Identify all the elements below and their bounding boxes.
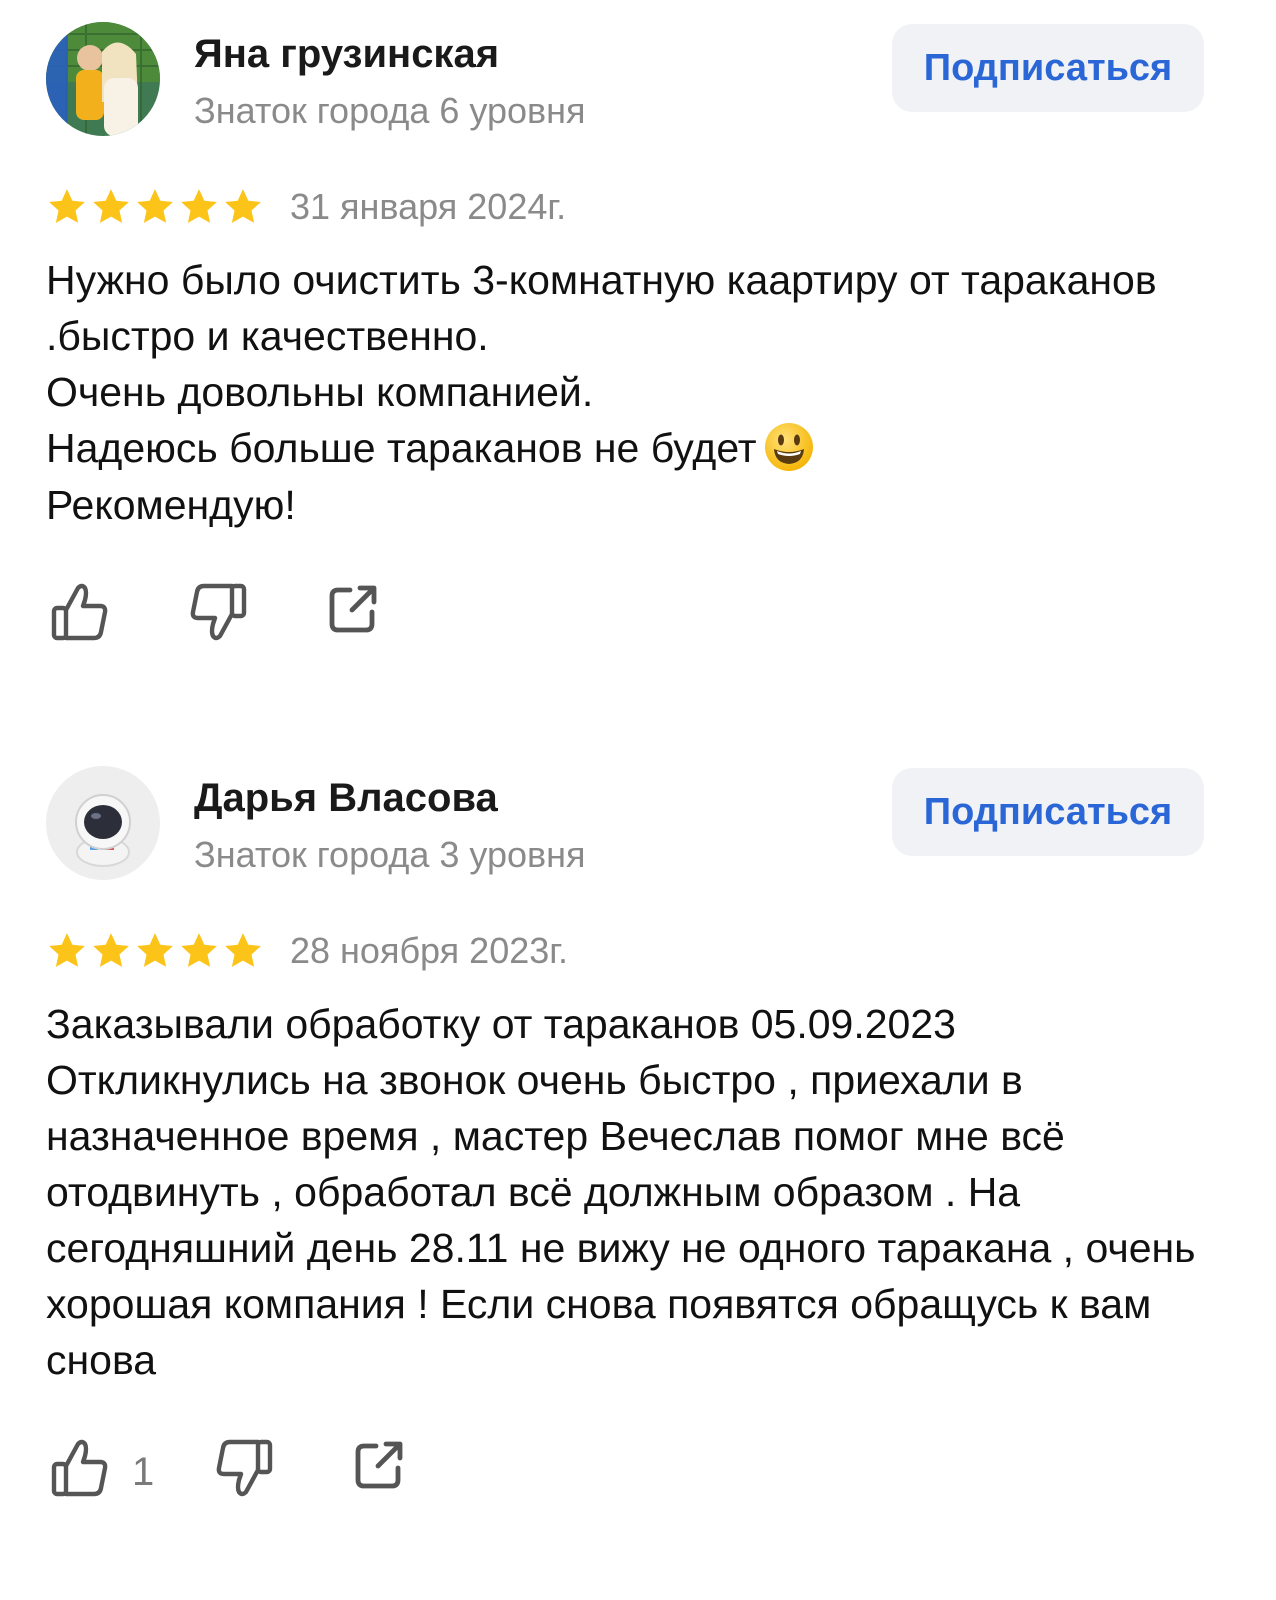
star-icon (93, 189, 129, 223)
star-icon (181, 933, 217, 967)
review-date: 31 января 2024г. (290, 186, 567, 227)
review-text-tail: Рекомендую! (46, 482, 296, 529)
share-icon[interactable] (326, 580, 382, 636)
star-icon (137, 933, 173, 967)
avatar[interactable] (46, 22, 160, 136)
subscribe-button[interactable]: Подписаться (892, 768, 1204, 856)
author-level: Знаток города 6 уровня (194, 90, 586, 131)
rating-stars (46, 186, 264, 228)
subscribe-button[interactable]: Подписаться (892, 24, 1204, 112)
author-name[interactable]: Дарья Власова (194, 776, 498, 821)
review-text-body: Нужно было очистить 3-комнатную каартиру… (46, 257, 1157, 471)
thumbs-up-icon[interactable] (50, 580, 110, 644)
star-icon (225, 189, 261, 223)
star-icon (181, 189, 217, 223)
star-icon (225, 933, 261, 967)
avatar[interactable] (46, 766, 160, 880)
share-icon[interactable] (352, 1436, 408, 1492)
star-icon (93, 933, 129, 967)
rating-stars (46, 930, 264, 972)
thumbs-down-icon[interactable] (188, 580, 248, 644)
review-text: Заказывали обработку от тараканов 05.09.… (46, 1001, 1196, 1383)
author-name[interactable]: Яна грузинская (194, 32, 499, 77)
review-date: 28 ноября 2023г. (290, 930, 568, 971)
review-text: Нужно было очистить 3-комнатную каартиру… (46, 252, 1236, 533)
thumbs-down-icon[interactable] (214, 1436, 274, 1500)
smiley-emoji (764, 423, 813, 472)
star-icon (137, 189, 173, 223)
thumbs-up-icon[interactable] (50, 1436, 110, 1500)
author-level: Знаток города 3 уровня (194, 834, 586, 875)
star-icon (49, 933, 85, 967)
star-icon (49, 189, 85, 223)
like-count: 1 (132, 1450, 155, 1494)
